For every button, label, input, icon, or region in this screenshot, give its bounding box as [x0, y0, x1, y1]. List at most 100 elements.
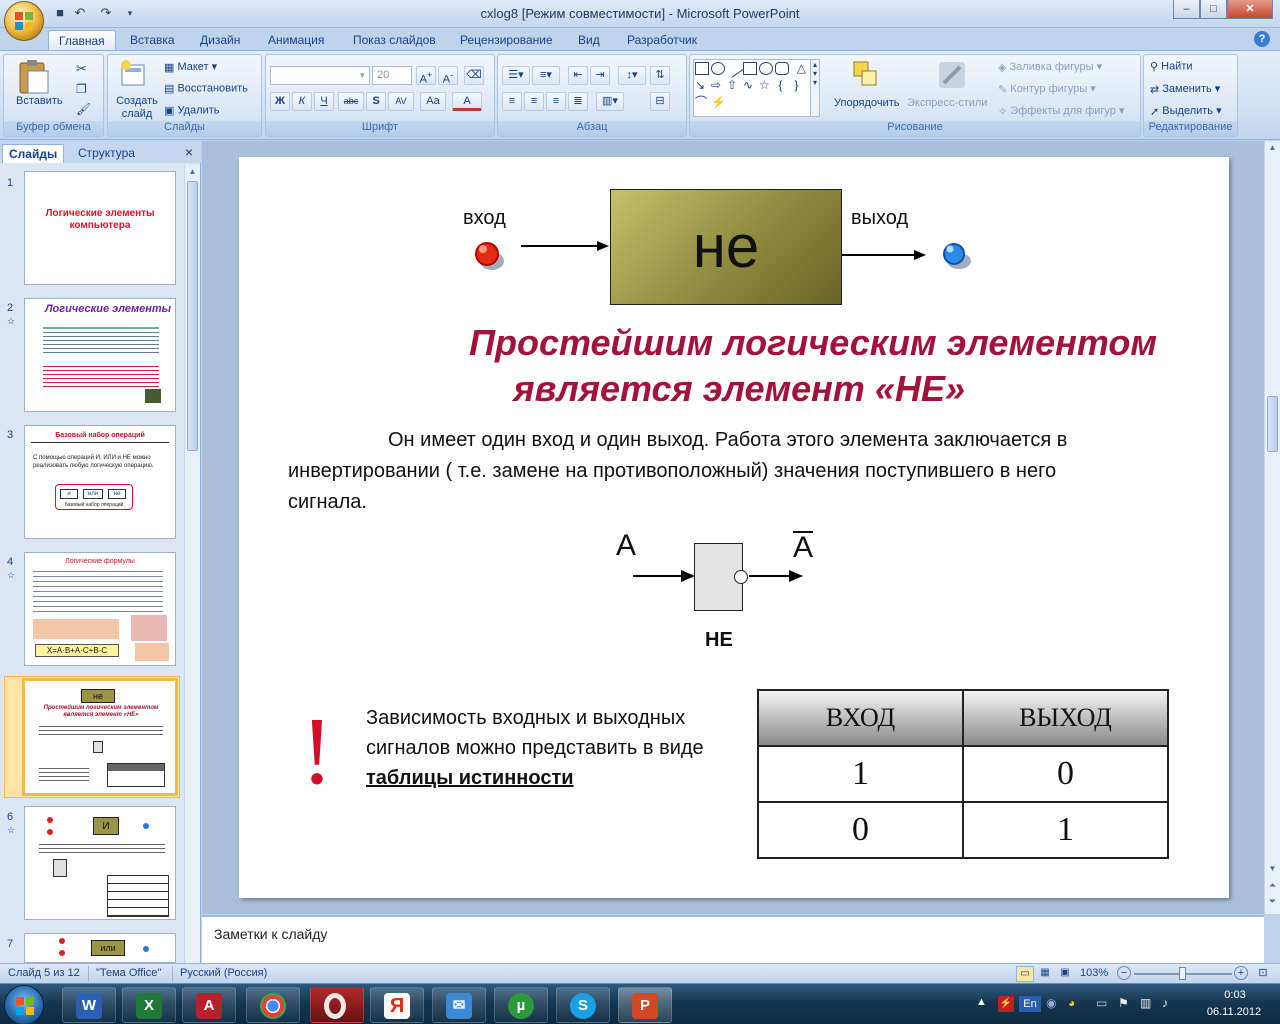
- scroll-thumb[interactable]: [187, 181, 198, 451]
- taskbar-skype[interactable]: S: [556, 987, 610, 1023]
- line-shape-icon[interactable]: [724, 59, 744, 78]
- increase-indent-button[interactable]: ⇥: [590, 66, 610, 85]
- reset-button[interactable]: ▤ Восстановить: [164, 82, 248, 95]
- cut-icon[interactable]: ✂: [76, 61, 87, 77]
- zoom-level[interactable]: 103%: [1080, 967, 1108, 979]
- connector-shape-icon[interactable]: ↘: [695, 79, 709, 92]
- decrease-indent-button[interactable]: ⇤: [568, 66, 588, 85]
- columns-button[interactable]: ▥▾: [596, 92, 624, 111]
- taskbar-word[interactable]: W: [62, 987, 116, 1023]
- tab-outline[interactable]: Структура: [72, 144, 141, 163]
- grow-font-button[interactable]: A+: [416, 66, 436, 86]
- format-painter-icon[interactable]: 🖌: [76, 102, 91, 116]
- taskbar-mail[interactable]: ✉: [432, 987, 486, 1023]
- slides-panel-scrollbar[interactable]: ▲: [184, 165, 200, 963]
- shape-outline-button[interactable]: ✎ Контур фигуры ▾: [998, 82, 1096, 96]
- oval-shape-icon[interactable]: [711, 62, 725, 75]
- tray-battery-icon[interactable]: ▭: [1096, 996, 1112, 1012]
- strikethrough-button[interactable]: abc: [338, 92, 364, 111]
- shadow-button[interactable]: S: [366, 92, 386, 111]
- text-direction-button[interactable]: ⇅: [650, 66, 670, 85]
- tab-animation[interactable]: Анимация: [258, 30, 334, 50]
- shapes-gallery[interactable]: △ ↘ ⇨ ⇧ ∿ ☆ {} ⌒ ⚡: [693, 59, 819, 117]
- triangle-shape-icon[interactable]: △: [794, 62, 808, 75]
- taskbar-excel[interactable]: X: [122, 987, 176, 1023]
- slide-thumbnail-3[interactable]: Базовый набор операций С помощью операци…: [24, 425, 176, 539]
- select-button[interactable]: ➚ Выделить ▾: [1150, 104, 1222, 118]
- change-case-button[interactable]: Aa: [420, 92, 446, 111]
- bold-button[interactable]: Ж: [270, 92, 290, 111]
- theme-name[interactable]: "Тема Office": [96, 967, 161, 979]
- curve-shape-icon[interactable]: ∿: [743, 79, 757, 92]
- slide-thumbnail-6[interactable]: И: [24, 806, 176, 920]
- language-indicator[interactable]: En: [1019, 996, 1041, 1012]
- tab-developer[interactable]: Разработчик: [617, 30, 707, 50]
- tray-arrow-icon[interactable]: ▲: [976, 996, 990, 1010]
- help-icon[interactable]: ?: [1254, 31, 1270, 47]
- network-wifi-icon[interactable]: ◉: [1046, 996, 1062, 1012]
- arc-shape-icon[interactable]: ⌒: [695, 96, 709, 109]
- shrink-font-button[interactable]: A-: [438, 66, 458, 86]
- shape-fill-button[interactable]: ◈ Заливка фигуры ▾: [998, 60, 1102, 74]
- scroll-up-icon[interactable]: ▲: [186, 167, 199, 179]
- rectangle-shape-icon[interactable]: [743, 62, 757, 75]
- slide-thumbnail-4[interactable]: Логические формулы X=A·B+A·C+B·C: [24, 552, 176, 666]
- line-spacing-button[interactable]: ↕▾: [618, 66, 646, 85]
- arrow-right-shape-icon[interactable]: ⇨: [711, 79, 725, 92]
- taskbar-utorrent[interactable]: µ: [494, 987, 548, 1023]
- align-center-button[interactable]: ≡: [524, 92, 544, 111]
- layout-button[interactable]: ▦ Макет ▾: [164, 60, 217, 74]
- next-slide-icon[interactable]: ⏷: [1266, 896, 1279, 910]
- italic-button[interactable]: К: [292, 92, 312, 111]
- paste-button[interactable]: Вставить: [16, 95, 63, 107]
- shape-effects-button[interactable]: ✧ Эффекты для фигур ▾: [998, 104, 1124, 118]
- scroll-up-icon[interactable]: ▲: [1266, 143, 1279, 155]
- clock-date[interactable]: 06.11.2012: [1196, 1006, 1272, 1018]
- taskbar-opera[interactable]: [310, 987, 364, 1023]
- maximize-button[interactable]: □: [1200, 0, 1227, 19]
- font-name-combo[interactable]: [270, 66, 370, 85]
- zoom-out-icon[interactable]: −: [1117, 966, 1131, 980]
- tab-slideshow[interactable]: Показ слайдов: [343, 30, 446, 50]
- clock-time[interactable]: 0:03: [1200, 989, 1270, 1001]
- font-size-combo[interactable]: 20: [372, 66, 412, 85]
- close-panel-icon[interactable]: ×: [185, 144, 193, 160]
- brace-shape-icon[interactable]: {: [778, 79, 792, 92]
- spacing-button[interactable]: AV: [388, 92, 414, 111]
- slideshow-view-icon[interactable]: ▣: [1056, 966, 1074, 982]
- tray-app-icon[interactable]: ⚡: [998, 996, 1014, 1012]
- new-slide-button[interactable]: Создать слайд: [114, 95, 160, 121]
- network-icon[interactable]: ▥: [1140, 996, 1156, 1012]
- slide-thumbnail-1[interactable]: Логические элементы компьютера: [24, 171, 176, 285]
- slide-thumbnail-7[interactable]: или: [24, 933, 176, 963]
- fit-to-window-icon[interactable]: ⊡: [1254, 966, 1272, 982]
- tab-slides[interactable]: Слайды: [2, 144, 65, 163]
- tab-view[interactable]: Вид: [568, 30, 610, 50]
- arrow-up-shape-icon[interactable]: ⇧: [727, 79, 741, 92]
- scroll-down-icon[interactable]: ▼: [1266, 864, 1279, 876]
- quick-styles-button[interactable]: Экспресс-стили: [907, 97, 987, 109]
- sorter-view-icon[interactable]: ▦: [1036, 966, 1054, 982]
- taskbar-yandex[interactable]: Я: [370, 987, 424, 1023]
- font-color-button[interactable]: A: [452, 92, 482, 111]
- slide-scrollbar[interactable]: ▲ ▼ ⏶ ⏷: [1264, 141, 1280, 914]
- volume-icon[interactable]: ♪: [1162, 996, 1178, 1012]
- underline-button[interactable]: Ч: [314, 92, 334, 111]
- align-right-button[interactable]: ≡: [546, 92, 566, 111]
- start-button[interactable]: [4, 985, 44, 1024]
- truth-table-link[interactable]: таблицы истинности: [366, 767, 574, 789]
- previous-slide-icon[interactable]: ⏶: [1266, 880, 1279, 894]
- tray-shield-icon[interactable]: ◕: [1068, 996, 1084, 1012]
- bullets-button[interactable]: ☰▾: [502, 66, 530, 85]
- office-button[interactable]: [4, 1, 44, 41]
- minimize-button[interactable]: –: [1173, 0, 1200, 19]
- replace-button[interactable]: ⇄ Заменить ▾: [1150, 82, 1220, 96]
- close-button[interactable]: ✕: [1227, 0, 1273, 19]
- slide-thumbnail-2[interactable]: Логические элементы: [24, 298, 176, 412]
- flag-icon[interactable]: ⚑: [1118, 996, 1134, 1012]
- slide-thumbnail-5[interactable]: не Простейшим логическим элементом являе…: [22, 678, 178, 796]
- notes-pane[interactable]: Заметки к слайду: [202, 915, 1264, 963]
- font-name-dropdown-icon[interactable]: ▾: [360, 70, 365, 81]
- normal-view-icon[interactable]: ▭: [1016, 966, 1034, 982]
- zoom-in-icon[interactable]: +: [1234, 966, 1248, 980]
